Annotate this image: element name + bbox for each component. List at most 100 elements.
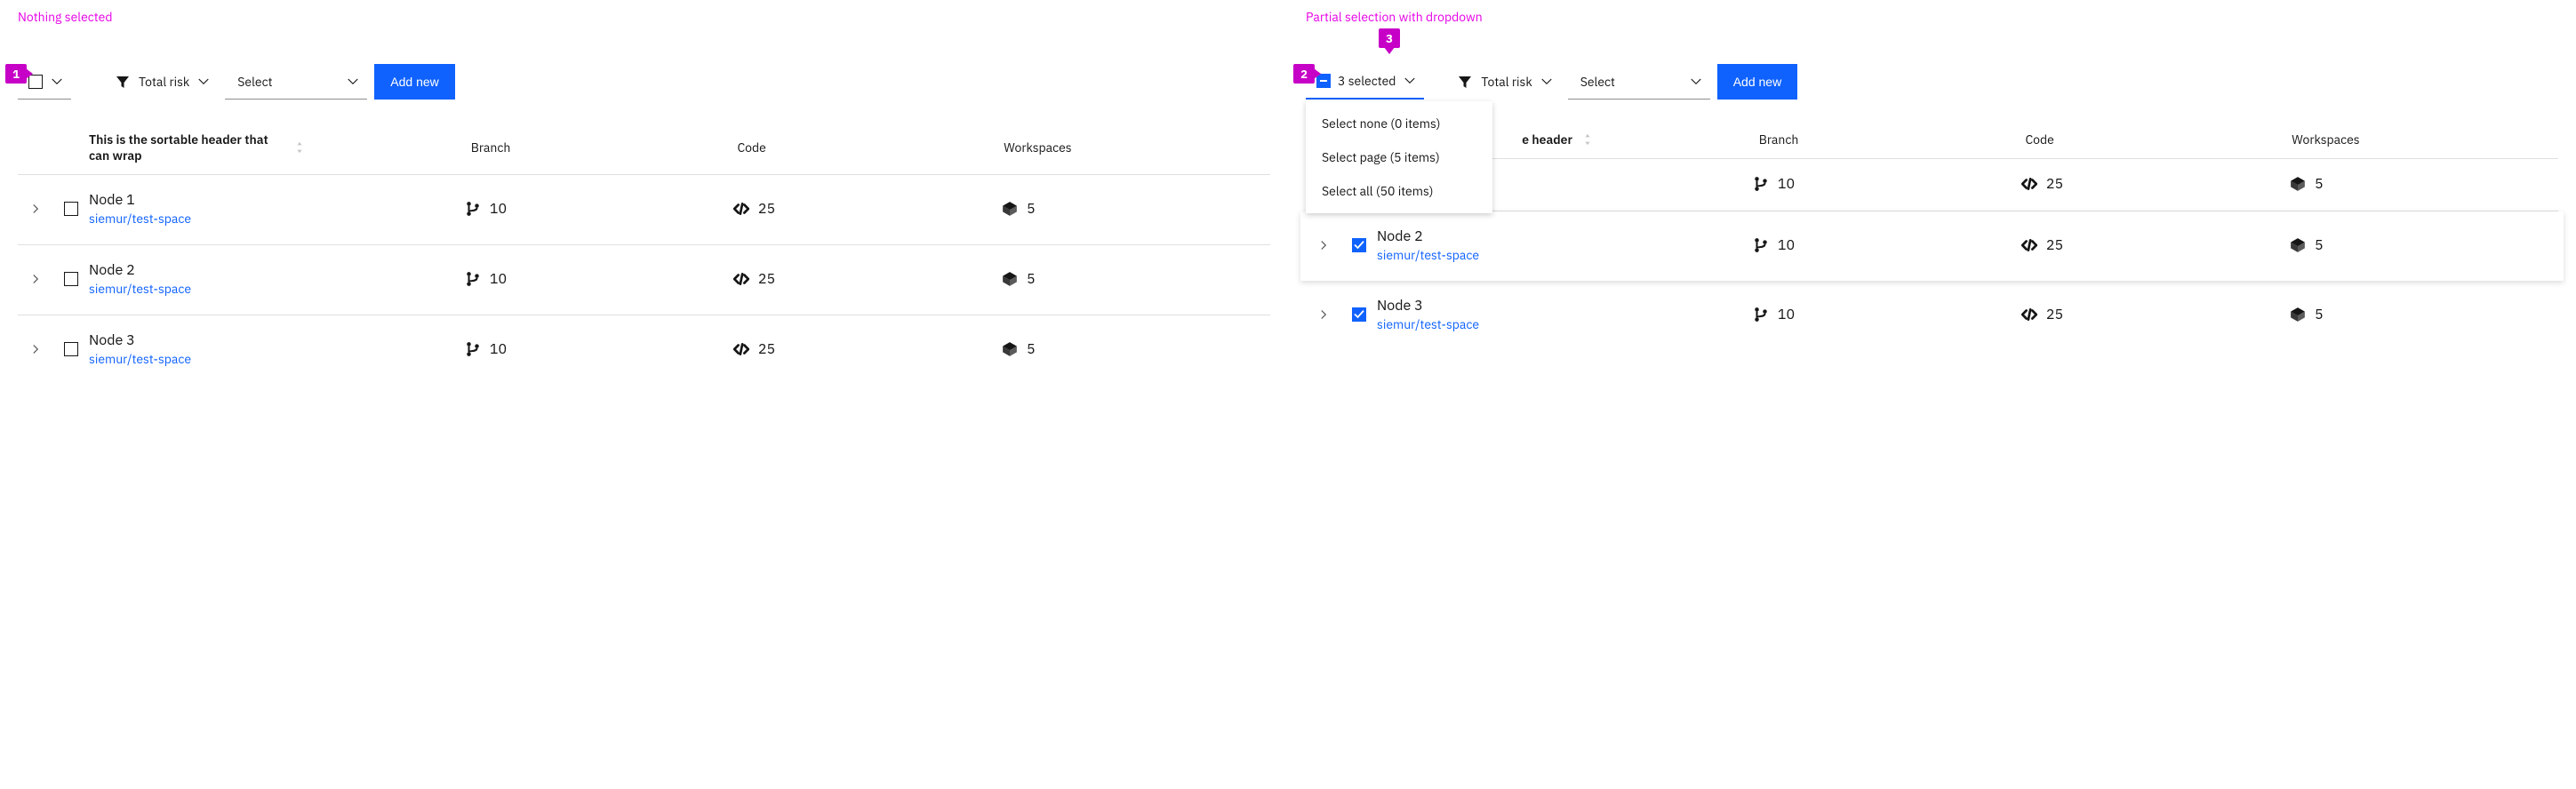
caret-down-icon [348,76,358,87]
ws-value: 5 [2315,175,2324,193]
annotation-title-left: Nothing selected [18,9,1270,25]
expand-toggle[interactable] [1306,240,1341,251]
row-title: Node 3 [89,331,465,349]
branch-icon [465,201,481,217]
code-icon [2021,237,2037,253]
menu-item-select-all[interactable]: Select all (50 items) [1306,174,1492,208]
add-new-button[interactable]: Add new [1717,64,1797,100]
row-title: Node 1 [89,191,465,209]
table-header: This is the sortable header that can wra… [18,123,1270,175]
cube-icon [2290,307,2306,323]
branch-icon [465,341,481,357]
annotation-title-right: Partial selection with dropdown [1306,9,2558,25]
row-title: Node 2 [1377,227,1753,245]
table-row: Node 1 siemur/test-space 10 25 5 [18,175,1270,245]
code-icon [2021,307,2037,323]
bulk-selected-count: 3 selected [1338,73,1396,89]
row-sublink[interactable]: siemur/test-space [89,211,465,227]
branch-icon [465,271,481,287]
branch-value: 10 [490,200,507,218]
check-icon [1354,240,1364,251]
expand-toggle[interactable] [18,344,53,355]
toolbar: Total risk Select Add new [18,60,1270,103]
add-new-button[interactable]: Add new [374,64,454,100]
row-title: Node 3 [1377,297,1753,315]
chevron-right-icon [30,344,41,355]
ws-value: 5 [2315,306,2324,323]
annotation-pin-1: 1 [5,64,27,84]
row-checkbox[interactable] [1352,307,1366,322]
menu-item-select-none[interactable]: Select none (0 items) [1306,107,1492,140]
table-row: Node 3 siemur/test-space 10 25 5 [1306,281,2558,350]
expand-toggle[interactable] [18,274,53,284]
cube-icon [2290,237,2306,253]
branch-value: 10 [1778,306,1795,323]
cube-icon [1002,341,1018,357]
row-sublink[interactable]: siemur/test-space [1377,316,1753,332]
column-header-branch[interactable]: Branch [471,139,738,155]
column-header-name[interactable]: This is the sortable header that can wra… [89,132,284,163]
row-checkbox[interactable] [64,342,78,356]
code-icon [733,201,749,217]
filter-dropdown[interactable]: Total risk [1447,64,1560,100]
code-value: 25 [2046,306,2063,323]
row-checkbox[interactable] [64,272,78,286]
branch-value: 10 [490,270,507,288]
bulk-select-toggle[interactable]: 3 selected Select none (0 items) Select … [1306,64,1424,100]
select-dropdown[interactable]: Select [1568,64,1710,100]
filter-label: Total risk [1481,74,1532,90]
ws-value: 5 [1027,200,1036,218]
table-row: Node 2 siemur/test-space 10 25 5 [18,245,1270,315]
table-row: 10 25 5 [1306,159,2558,211]
filter-icon [116,75,130,89]
cube-icon [2290,176,2306,192]
ws-value: 5 [1027,340,1036,358]
row-title: Node 2 [89,261,465,279]
row-checkbox[interactable] [1352,238,1366,252]
chevron-right-icon [30,274,41,284]
branch-icon [1753,237,1769,253]
select-placeholder: Select [1580,74,1615,90]
chevron-right-icon [1318,240,1329,251]
column-header-workspaces[interactable]: Workspaces [2292,132,2558,147]
column-header-code[interactable]: Code [737,139,1004,155]
table-row: Node 3 siemur/test-space 10 25 5 [18,315,1270,385]
caret-down-icon [1541,76,1552,87]
sort-icon[interactable] [293,140,306,155]
code-icon [733,271,749,287]
column-header-branch[interactable]: Branch [1759,132,2026,147]
row-checkbox[interactable] [64,202,78,216]
annotation-pin-2: 2 [1293,64,1315,84]
row-sublink[interactable]: siemur/test-space [89,351,465,367]
filter-icon [1458,75,1472,89]
chevron-right-icon [1318,309,1329,320]
menu-item-select-page[interactable]: Select page (5 items) [1306,140,1492,174]
check-icon [1354,309,1364,320]
expand-toggle[interactable] [1306,309,1341,320]
branch-value: 10 [1778,236,1795,254]
column-header-code[interactable]: Code [2025,132,2292,147]
table-row-selected: Node 2 siemur/test-space 10 25 5 [1300,211,2564,281]
code-icon [733,341,749,357]
example-nothing-selected: Nothing selected 1 Total risk Select Add [18,9,1270,385]
code-value: 25 [2046,236,2063,254]
annotation-pin-3: 3 [1379,28,1400,48]
bulk-select-menu: Select none (0 items) Select page (5 ite… [1306,101,1492,213]
filter-dropdown[interactable]: Total risk [105,64,218,100]
row-sublink[interactable]: siemur/test-space [1377,247,1753,263]
row-sublink[interactable]: siemur/test-space [89,281,465,297]
expand-toggle[interactable] [18,203,53,214]
ws-value: 5 [1027,270,1036,288]
example-partial-selection: Partial selection with dropdown 2 3 3 se… [1306,9,2558,350]
column-header-workspaces[interactable]: Workspaces [1004,139,1270,155]
filter-label: Total risk [139,74,189,90]
cube-icon [1002,271,1018,287]
caret-down-icon [1691,76,1701,87]
code-value: 25 [2046,175,2063,193]
caret-down-icon [198,76,209,87]
select-dropdown[interactable]: Select [225,64,367,100]
sort-icon[interactable] [1581,132,1594,147]
code-value: 25 [758,270,775,288]
table-header: e header Branch Code Workspaces [1306,123,2558,159]
toolbar: 3 selected Select none (0 items) Select … [1306,60,2558,103]
